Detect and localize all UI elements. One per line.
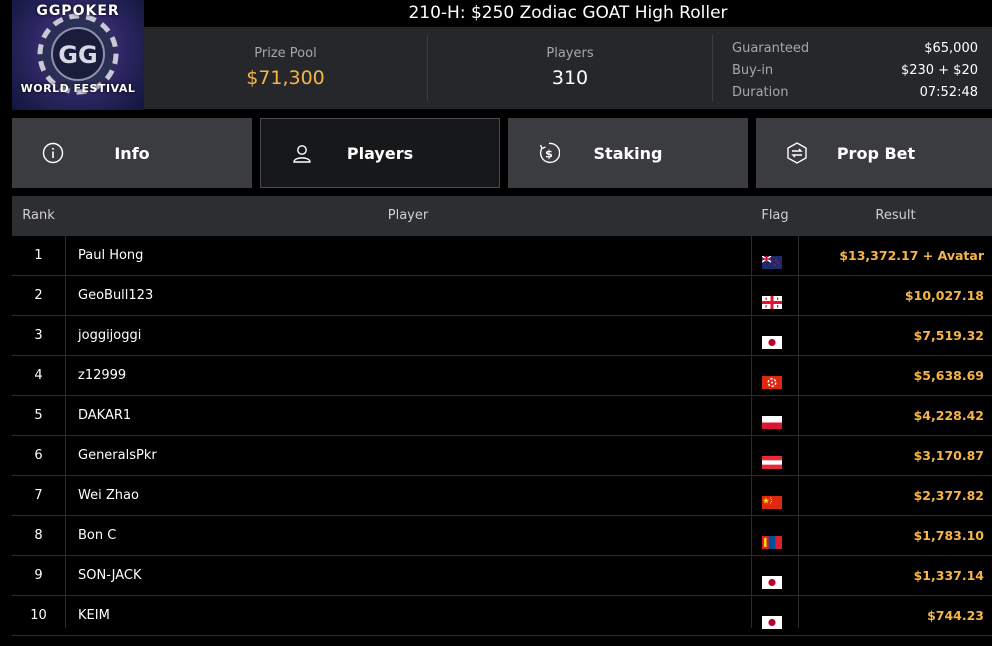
table-row[interactable]: 2 GeoBull123 $10,027.18 (12, 276, 992, 316)
table-row[interactable]: 5 DAKAR1 $4,228.42 (12, 396, 992, 436)
table-row[interactable]: 9 SON-JACK $1,337.14 (12, 556, 992, 596)
prop-bet-icon (787, 142, 807, 164)
rank-cell: 1 (34, 248, 43, 263)
table-header: Rank Player Flag Result (12, 196, 992, 236)
svg-text:GG: GG (58, 41, 97, 69)
detail-row-guaranteed: Guaranteed $65,000 (732, 38, 978, 60)
rank-cell: 7 (34, 488, 43, 503)
players-value: 310 (551, 67, 589, 89)
detail-value: $230 + $20 (900, 63, 978, 78)
divider (712, 35, 713, 101)
players-label: Players (546, 46, 594, 61)
tab-players[interactable]: Players (260, 118, 500, 188)
table-row[interactable]: 8 Bon C $1,783.10 (12, 516, 992, 556)
player-name: DAKAR1 (78, 408, 132, 423)
column-divider (798, 236, 799, 628)
player-name: SON-JACK (78, 568, 142, 583)
player-name: Wei Zhao (78, 488, 139, 503)
rank-cell: 4 (34, 368, 43, 383)
result-cell: $1,337.14 (913, 568, 984, 583)
table-row[interactable]: 6 GeneralsPkr $3,170.87 (12, 436, 992, 476)
player-name: joggijoggi (78, 328, 142, 343)
rank-cell: 6 (34, 448, 43, 463)
player-name: z12999 (78, 368, 127, 383)
table-row[interactable]: 1 Paul Hong $13,372.17 + Avatar (12, 236, 992, 276)
detail-label: Guaranteed (732, 41, 810, 56)
result-cell: $3,170.87 (913, 448, 984, 463)
svg-text:$: $ (545, 148, 553, 161)
detail-value: 07:52:48 (919, 85, 978, 100)
tournament-summary-panel: Prize Pool $71,300 Players 310 Guarantee… (144, 27, 992, 109)
japan-flag-icon (762, 606, 784, 646)
result-cell: $4,228.42 (913, 408, 984, 423)
result-cell: $7,519.32 (913, 328, 984, 343)
result-cell: $744.23 (927, 608, 984, 623)
dollar-coin-icon: $ (539, 142, 560, 164)
tournament-details: Guaranteed $65,000 Buy-in $230 + $20 Dur… (732, 38, 978, 104)
player-name: KEIM (78, 608, 110, 623)
ggpoker-world-festival-logo: GG GGPOKER WORLD FESTIVAL (12, 0, 144, 110)
column-header-rank[interactable]: Rank (12, 196, 65, 236)
column-divider (65, 236, 66, 628)
player-name: Paul Hong (78, 248, 144, 263)
prize-pool-value: $71,300 (246, 67, 325, 89)
rank-cell: 2 (34, 288, 43, 303)
rank-cell: 5 (34, 408, 43, 423)
tab-info[interactable]: Info (12, 118, 252, 188)
result-cell: $5,638.69 (913, 368, 984, 383)
column-header-player[interactable]: Player (65, 196, 751, 236)
column-divider (751, 236, 752, 628)
detail-value: $65,000 (924, 41, 978, 56)
table-row[interactable]: 3 joggijoggi $7,519.32 (12, 316, 992, 356)
rank-cell: 9 (34, 568, 43, 583)
logo-subtitle: WORLD FESTIVAL (20, 82, 136, 95)
detail-row-buy-in: Buy-in $230 + $20 (732, 60, 978, 82)
players-stat: Players 310 (428, 27, 712, 109)
rank-cell: 8 (34, 528, 43, 543)
result-cell: $13,372.17 + Avatar (839, 248, 984, 263)
players-results-table: Rank Player Flag Result 1 Paul Hong $13,… (12, 196, 992, 636)
prize-pool-stat: Prize Pool $71,300 (144, 27, 427, 109)
tab-staking[interactable]: $ Staking (508, 118, 748, 188)
table-row[interactable]: 10 KEIM $744.23 (12, 596, 992, 636)
player-name: GeoBull123 (78, 288, 154, 303)
tournament-title: 210-H: $250 Zodiac GOAT High Roller (408, 3, 728, 23)
player-name: Bon C (78, 528, 117, 543)
result-cell: $1,783.10 (913, 528, 984, 543)
result-cell: $2,377.82 (913, 488, 984, 503)
table-row[interactable]: 7 Wei Zhao $2,377.82 (12, 476, 992, 516)
tab-prop-bet[interactable]: Prop Bet (756, 118, 992, 188)
detail-row-duration: Duration 07:52:48 (732, 82, 978, 104)
rank-cell: 3 (34, 328, 43, 343)
info-icon (42, 142, 64, 164)
logo-title: GGPOKER (36, 3, 120, 19)
detail-label: Duration (732, 85, 789, 100)
column-header-flag[interactable]: Flag (751, 196, 799, 236)
column-header-result[interactable]: Result (799, 196, 992, 236)
player-name: GeneralsPkr (78, 448, 157, 463)
user-icon (293, 145, 311, 163)
result-cell: $10,027.18 (904, 288, 984, 303)
prize-pool-label: Prize Pool (254, 46, 317, 61)
rank-cell: 10 (30, 608, 47, 623)
detail-label: Buy-in (732, 63, 774, 78)
table-row[interactable]: 4 z12999 $5,638.69 (12, 356, 992, 396)
